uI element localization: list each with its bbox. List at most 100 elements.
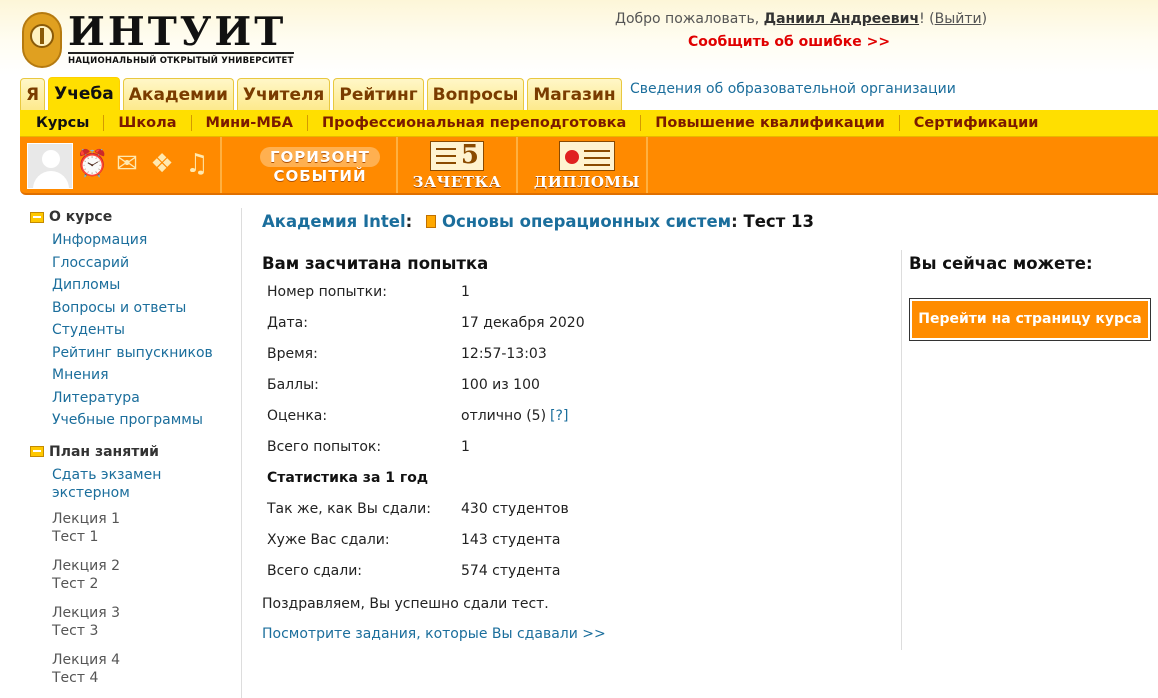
sidebar-divider	[241, 208, 242, 698]
view-tasks-link[interactable]: Посмотрите задания, которые Вы сдавали >…	[262, 626, 606, 642]
grade-label: Оценка:	[267, 407, 328, 424]
horizon-label-bottom: СОБЫТИЙ	[273, 167, 367, 185]
toolbar-divider	[646, 137, 648, 193]
table-row: Хуже Вас сдали: 143 студента	[262, 524, 682, 555]
total-attempts-value: 1	[461, 438, 470, 455]
test-label: Тест 4	[52, 669, 99, 686]
subnav-certifications[interactable]: Сертификации	[898, 115, 1053, 131]
table-row: Так же, как Вы сдали: 430 студентов	[262, 493, 682, 524]
envelope-icon[interactable]: ✉	[112, 149, 142, 179]
sidebar-item-opinions[interactable]: Мнения	[52, 364, 232, 387]
about-course-section[interactable]: О курсе	[22, 205, 232, 229]
toolbar-divider	[396, 137, 398, 193]
subnav-school[interactable]: Школа	[103, 115, 190, 131]
welcome-exclamation: !	[919, 11, 925, 27]
lecture-item[interactable]: Лекция 1 Тест 1	[52, 510, 232, 546]
tab-me[interactable]: Я	[20, 78, 46, 111]
lesson-plan-section[interactable]: План занятий	[22, 440, 232, 464]
score-label: Баллы:	[267, 376, 319, 393]
total-attempts-label: Всего попыток:	[267, 438, 382, 455]
time-label: Время:	[267, 345, 318, 362]
toolbar-divider	[516, 137, 518, 193]
lecture-item[interactable]: Лекция 4 Тест 4	[52, 651, 232, 687]
folder-icon	[30, 211, 44, 223]
subnav-qualification[interactable]: Повышение квалификации	[640, 115, 899, 131]
sidebar-item-programs[interactable]: Учебные программы	[52, 409, 232, 432]
bell-icon[interactable]: ♫	[182, 149, 212, 179]
diplomas-label: ДИПЛОМЫ	[533, 173, 641, 191]
breadcrumb-separator: :	[731, 212, 738, 231]
breadcrumb-current: Тест 13	[743, 212, 814, 231]
go-to-course-button[interactable]: Перейти на страницу курса	[909, 298, 1151, 341]
go-to-course-label: Перейти на страницу курса	[912, 301, 1148, 338]
lecture-item[interactable]: Лекция 2 Тест 2	[52, 557, 232, 593]
congrats-message: Поздравляем, Вы успешно сдали тест.	[262, 596, 549, 612]
avatar[interactable]	[27, 143, 73, 189]
about-course-title: О курсе	[49, 209, 113, 225]
lecture-label: Лекция 2	[52, 557, 121, 574]
zachetka-button[interactable]: 5 ЗАЧЕТКА	[412, 140, 502, 191]
sidebar-item-glossary[interactable]: Глоссарий	[52, 252, 232, 275]
logout-close-paren: )	[981, 11, 988, 27]
date-label: Дата:	[267, 314, 308, 331]
stats-title: Статистика за 1 год	[267, 469, 429, 486]
sidebar-item-students[interactable]: Студенты	[52, 319, 232, 342]
breadcrumb: Академия Intel: Основы операционных сист…	[262, 212, 814, 231]
result-table: Номер попытки: 1 Дата: 17 декабря 2020 В…	[262, 276, 682, 586]
test-label: Тест 2	[52, 575, 99, 592]
tab-teachers[interactable]: Учителя	[236, 78, 331, 111]
result-title: Вам засчитана попытка	[262, 254, 489, 273]
tab-study[interactable]: Учеба	[48, 77, 120, 111]
tab-questions[interactable]: Вопросы	[426, 78, 525, 111]
alarm-clock-icon[interactable]: ⏰	[76, 149, 108, 179]
table-row: Всего сдали: 574 студента	[262, 555, 682, 586]
sidebar-item-qa[interactable]: Вопросы и ответы	[52, 297, 232, 320]
main-tabs: Я Учеба Академии Учителя Рейтинг Вопросы…	[20, 77, 622, 111]
actions-divider	[901, 250, 902, 650]
sub-navigation: Курсы Школа Мини-МБА Профессиональная пе…	[20, 110, 1158, 137]
logo-title: ИНТУИТ	[68, 9, 287, 55]
grade-value: отлично (5)	[461, 407, 547, 424]
toolbar-divider	[220, 137, 222, 193]
breadcrumb-academy-link[interactable]: Академия Intel	[262, 212, 406, 231]
tab-shop[interactable]: Магазин	[527, 78, 622, 111]
total-passed-label: Всего сдали:	[267, 562, 363, 579]
diploma-icon	[559, 141, 615, 171]
subnav-retraining[interactable]: Профессиональная переподготовка	[307, 115, 640, 131]
breadcrumb-course-link[interactable]: Основы операционных систем	[442, 212, 731, 231]
table-row: Всего попыток: 1	[262, 431, 682, 462]
sidebar-item-literature[interactable]: Литература	[52, 387, 232, 410]
lecture-label: Лекция 4	[52, 651, 121, 668]
course-book-icon	[426, 215, 436, 228]
tab-academies[interactable]: Академии	[122, 78, 234, 111]
subnav-courses[interactable]: Курсы	[26, 115, 103, 131]
worse-score-label: Хуже Вас сдали:	[267, 531, 390, 548]
lecture-label: Лекция 1	[52, 510, 121, 527]
table-row: Номер попытки: 1	[262, 276, 682, 307]
subnav-mini-mba[interactable]: Мини-МБА	[190, 115, 308, 131]
sidebar-item-diplomas[interactable]: Дипломы	[52, 274, 232, 297]
tab-rating[interactable]: Рейтинг	[333, 78, 424, 111]
sidebar-item-information[interactable]: Информация	[52, 229, 232, 252]
gifts-icon[interactable]: ❖	[147, 149, 177, 179]
date-value: 17 декабря 2020	[461, 314, 585, 331]
intuit-logo[interactable]: ИНТУИТ НАЦИОНАЛЬНЫЙ ОТКРЫТЫЙ УНИВЕРСИТЕТ	[22, 12, 298, 70]
lecture-item[interactable]: Лекция 3 Тест 3	[52, 604, 232, 640]
horizon-events-button[interactable]: ГОРИЗОНТ СОБЫТИЙ	[250, 141, 390, 185]
record-book-number: 5	[460, 140, 479, 170]
record-book-icon: 5	[430, 140, 484, 171]
diplomas-button[interactable]: ДИПЛОМЫ	[532, 141, 642, 191]
org-info-link[interactable]: Сведения об образовательной организации	[630, 81, 956, 97]
table-row: Баллы: 100 из 100	[262, 369, 682, 400]
grade-help-link[interactable]: [?]	[550, 408, 568, 424]
user-name-link[interactable]: Даниил Андреевич	[764, 11, 919, 27]
sidebar-item-external-exam[interactable]: Сдать экзамен экстерном	[52, 464, 172, 504]
test-label: Тест 3	[52, 622, 99, 639]
user-toolbar: ⏰ ✉ ❖ ♫ ГОРИЗОНТ СОБЫТИЙ 5 ЗАЧЕТКА ДИПЛО…	[20, 137, 1158, 195]
sidebar-item-graduates-rating[interactable]: Рейтинг выпускников	[52, 342, 232, 365]
table-row: Время: 12:57-13:03	[262, 338, 682, 369]
logo-subtitle: НАЦИОНАЛЬНЫЙ ОТКРЫТЫЙ УНИВЕРСИТЕТ	[68, 56, 294, 66]
report-error-link[interactable]: Сообщить об ошибке >>	[688, 34, 890, 50]
logout-link[interactable]: Выйти	[935, 11, 982, 27]
logo-divider	[68, 52, 294, 54]
